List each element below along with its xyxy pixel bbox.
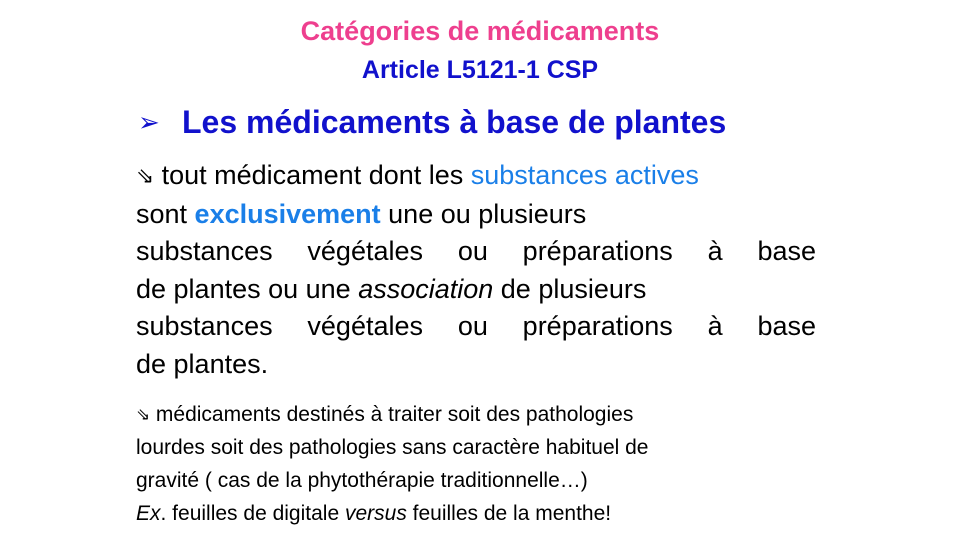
arrow-bullet-icon: ⇘ [136, 164, 155, 189]
definition-line-4: de plantes ou une association de plusieu… [136, 273, 647, 304]
section-heading-text: Les médicaments à base de plantes [182, 104, 727, 140]
section-heading: ➢ Les médicaments à base de plantes [138, 104, 726, 141]
usage-line-2: lourdes soit des pathologies sans caract… [136, 436, 649, 459]
usage-line-3: gravité ( cas de la phytothérapie tradit… [136, 469, 588, 492]
italic-versus: versus [344, 502, 407, 525]
usage-line-1: ⇘ médicaments destinés à traiter soit de… [136, 403, 634, 426]
definition-line-3: substances végétales ou préparations à b… [136, 236, 816, 266]
arrowhead-bullet-icon: ➢ [138, 107, 160, 137]
definition-line-2: sont exclusivement une ou plusieurs [136, 198, 587, 229]
definition-line-1: ⇘ tout médicament dont les substances ac… [136, 160, 699, 190]
definition-line-6: de plantes. [136, 348, 269, 379]
definition-line-5: substances végétales ou préparations à b… [136, 311, 816, 341]
usage-paragraph: ⇘ médicaments destinés à traiter soit de… [136, 398, 826, 530]
example-line: Ex. feuilles de digitale versus feuilles… [136, 502, 612, 525]
slide-title: Catégories de médicaments [300, 16, 660, 46]
arrow-bullet-icon: ⇘ [136, 404, 151, 424]
italic-association: association [358, 273, 494, 304]
slide-subtitle: Article L5121-1 CSP [361, 56, 599, 84]
highlight-exclusivement: exclusivement [194, 198, 381, 229]
highlight-substances-actives: substances actives [470, 160, 699, 190]
italic-ex: Ex [136, 502, 161, 525]
definition-paragraph: ⇘ tout médicament dont les substances ac… [136, 157, 816, 383]
